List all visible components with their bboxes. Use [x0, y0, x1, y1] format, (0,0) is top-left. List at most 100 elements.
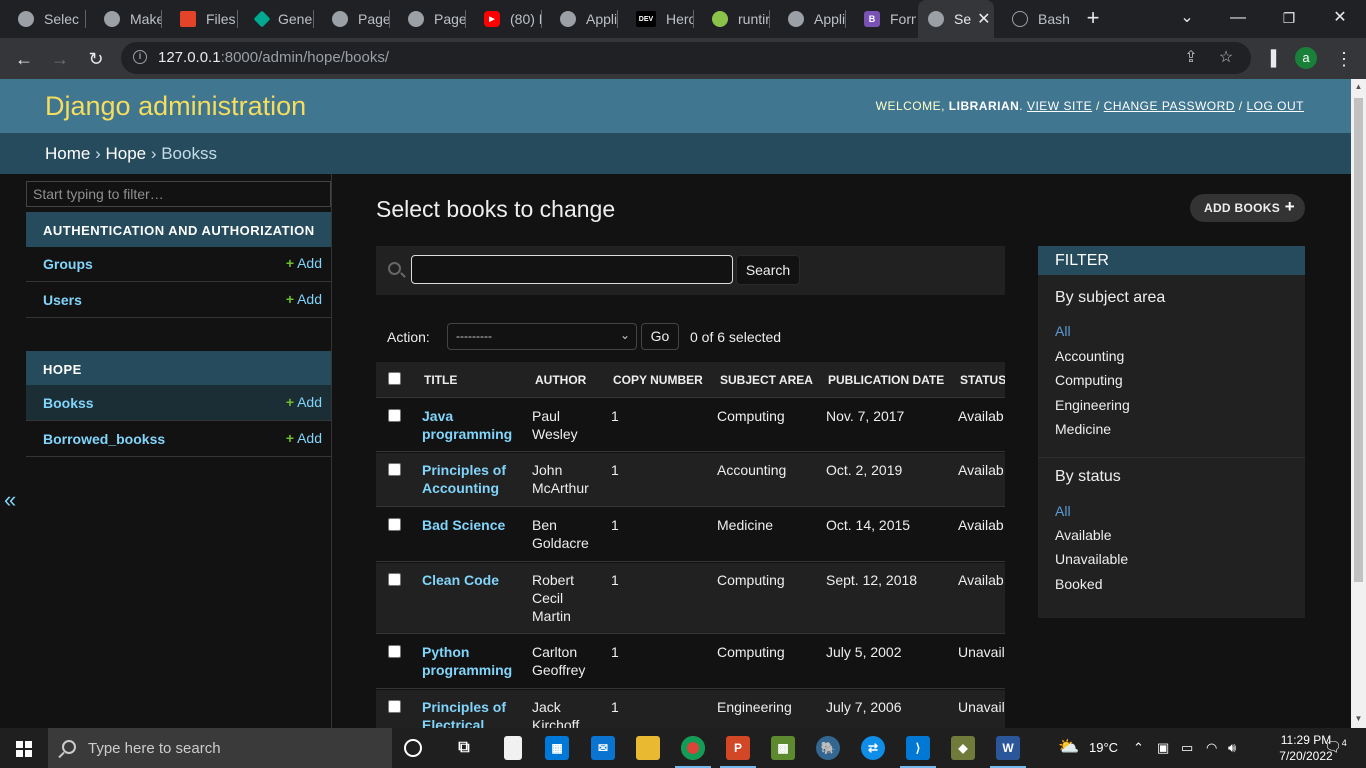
- explorer-icon[interactable]: [636, 736, 660, 760]
- app-caption-hope[interactable]: HOPE: [26, 351, 331, 386]
- filter-status-available[interactable]: Available: [1055, 527, 1112, 543]
- cortana-icon[interactable]: [404, 739, 422, 757]
- filter-subject-medicine[interactable]: Medicine: [1055, 421, 1111, 437]
- book-title-link[interactable]: Java programming: [422, 407, 522, 443]
- browser-tab[interactable]: Appli: [770, 0, 846, 38]
- forward-icon[interactable]: →: [47, 46, 73, 72]
- column-header-status[interactable]: STATUS: [960, 373, 1005, 387]
- go-button[interactable]: Go: [641, 323, 679, 350]
- scrollbar-thumb[interactable]: [1354, 98, 1363, 582]
- browser-tab[interactable]: Gene: [238, 0, 314, 38]
- browser-tab[interactable]: runtir: [694, 0, 770, 38]
- browser-tab[interactable]: DEV Herol: [618, 0, 694, 38]
- row-checkbox[interactable]: [388, 573, 401, 586]
- browser-tab[interactable]: Bash: [994, 0, 1070, 38]
- filter-subject-engineering[interactable]: Engineering: [1055, 397, 1130, 413]
- add-books-button[interactable]: ADD BOOKS +: [1190, 194, 1305, 222]
- nav-filter-input[interactable]: Start typing to filter…: [26, 181, 331, 207]
- store-icon[interactable]: ▦: [545, 736, 569, 760]
- filter-subject-all[interactable]: All: [1055, 323, 1071, 339]
- taskbar-search[interactable]: Type here to search: [48, 728, 392, 768]
- browser-tab[interactable]: ▶ (80) H: [466, 0, 542, 38]
- add-groups-link[interactable]: + Add: [286, 255, 322, 271]
- teamviewer-icon[interactable]: ⇄: [861, 736, 885, 760]
- column-header-title[interactable]: TITLE: [424, 373, 457, 387]
- filter-status-booked[interactable]: Booked: [1055, 576, 1102, 592]
- task-view-icon[interactable]: ⧉: [452, 736, 476, 760]
- search-input[interactable]: [411, 255, 733, 284]
- git-icon[interactable]: ◆: [951, 736, 975, 760]
- model-link-borrowed-bookss[interactable]: Borrowed_bookss: [43, 431, 165, 447]
- breadcrumb-home[interactable]: Home: [45, 144, 90, 163]
- book-title-link[interactable]: Clean Code: [422, 571, 522, 589]
- meet-now-icon[interactable]: ▣: [1157, 740, 1169, 756]
- filter-subject-computing[interactable]: Computing: [1055, 372, 1123, 388]
- book-title-link[interactable]: Principles of Electrical: [422, 698, 522, 728]
- column-header-copy-number[interactable]: COPY NUMBER: [613, 373, 703, 387]
- row-checkbox[interactable]: [388, 463, 401, 476]
- weather-icon[interactable]: ⛅: [1058, 737, 1079, 757]
- site-brand[interactable]: Django administration: [45, 91, 306, 122]
- scroll-up-icon[interactable]: ▲: [1354, 82, 1363, 92]
- filter-status-unavailable[interactable]: Unavailable: [1055, 551, 1128, 567]
- filter-status-all[interactable]: All: [1055, 503, 1071, 519]
- bookmark-star-icon[interactable]: ☆: [1214, 46, 1238, 70]
- select-all-checkbox[interactable]: [388, 372, 401, 385]
- powerpoint-icon[interactable]: P: [720, 736, 756, 768]
- restore-icon[interactable]: ❐: [1266, 0, 1312, 38]
- file-icon[interactable]: [504, 736, 522, 760]
- browser-tab-active[interactable]: Se ✕: [918, 0, 994, 38]
- chevron-up-icon[interactable]: ⌃: [1133, 740, 1144, 756]
- browser-tab[interactable]: Page: [390, 0, 466, 38]
- add-borrowed-bookss-link[interactable]: + Add: [286, 430, 322, 446]
- browser-tab[interactable]: B Form: [846, 0, 916, 38]
- tab-search-icon[interactable]: ⌄: [1164, 0, 1210, 38]
- chrome-menu-icon[interactable]: ⋮: [1334, 46, 1354, 72]
- side-panel-icon[interactable]: ▐: [1258, 46, 1284, 72]
- mail-icon[interactable]: ✉: [591, 736, 615, 760]
- toggle-sidebar-icon[interactable]: «: [4, 487, 16, 513]
- reload-icon[interactable]: ↻: [83, 46, 109, 72]
- share-icon[interactable]: ⇪: [1179, 46, 1203, 70]
- book-title-link[interactable]: Python programming: [422, 643, 522, 679]
- browser-tab[interactable]: Appli: [542, 0, 618, 38]
- chrome-icon[interactable]: [675, 736, 711, 768]
- scroll-down-icon[interactable]: ▼: [1354, 714, 1363, 724]
- back-icon[interactable]: ←: [11, 46, 37, 72]
- add-users-link[interactable]: + Add: [286, 291, 322, 307]
- column-header-subject-area[interactable]: SUBJECT AREA: [720, 373, 813, 387]
- action-select[interactable]: --------- ⌄: [447, 323, 637, 350]
- change-password-link[interactable]: CHANGE PASSWORD: [1104, 99, 1235, 113]
- filter-subject-accounting[interactable]: Accounting: [1055, 348, 1124, 364]
- model-link-groups[interactable]: Groups: [43, 256, 93, 272]
- add-bookss-link[interactable]: + Add: [286, 394, 322, 410]
- view-site-link[interactable]: VIEW SITE: [1027, 99, 1092, 113]
- temperature-text[interactable]: 19°C: [1089, 740, 1118, 755]
- book-title-link[interactable]: Bad Science: [422, 516, 522, 534]
- close-window-icon[interactable]: ✕: [1317, 0, 1363, 38]
- model-link-users[interactable]: Users: [43, 292, 82, 308]
- row-checkbox[interactable]: [388, 645, 401, 658]
- breadcrumb-app[interactable]: Hope: [105, 144, 146, 163]
- browser-tab[interactable]: Make: [86, 0, 162, 38]
- row-checkbox[interactable]: [388, 409, 401, 422]
- battery-icon[interactable]: ▭: [1181, 740, 1193, 756]
- minimize-icon[interactable]: —: [1215, 0, 1261, 38]
- windows-start-icon[interactable]: [16, 741, 32, 757]
- minecraft-icon[interactable]: ▩: [771, 736, 795, 760]
- search-button[interactable]: Search: [736, 255, 800, 285]
- profile-avatar[interactable]: a: [1295, 47, 1317, 69]
- close-tab-icon[interactable]: ✕: [977, 9, 990, 29]
- page-scrollbar[interactable]: ▲ ▼: [1351, 79, 1366, 728]
- column-header-publication-date[interactable]: PUBLICATION DATE: [828, 373, 944, 387]
- notification-icon[interactable]: 🗨︎4: [1324, 738, 1347, 756]
- book-title-link[interactable]: Principles of Accounting: [422, 461, 522, 497]
- model-link-bookss[interactable]: Bookss: [43, 395, 94, 411]
- volume-icon[interactable]: 🔊︎: [1228, 740, 1236, 756]
- browser-tab[interactable]: Selec: [0, 0, 86, 38]
- row-checkbox[interactable]: [388, 700, 401, 713]
- row-checkbox[interactable]: [388, 518, 401, 531]
- word-icon[interactable]: W: [990, 736, 1026, 768]
- postgres-icon[interactable]: 🐘: [816, 736, 840, 760]
- address-bar[interactable]: i 127.0.0.1:8000/admin/hope/books/ ⇪ ☆: [121, 42, 1251, 74]
